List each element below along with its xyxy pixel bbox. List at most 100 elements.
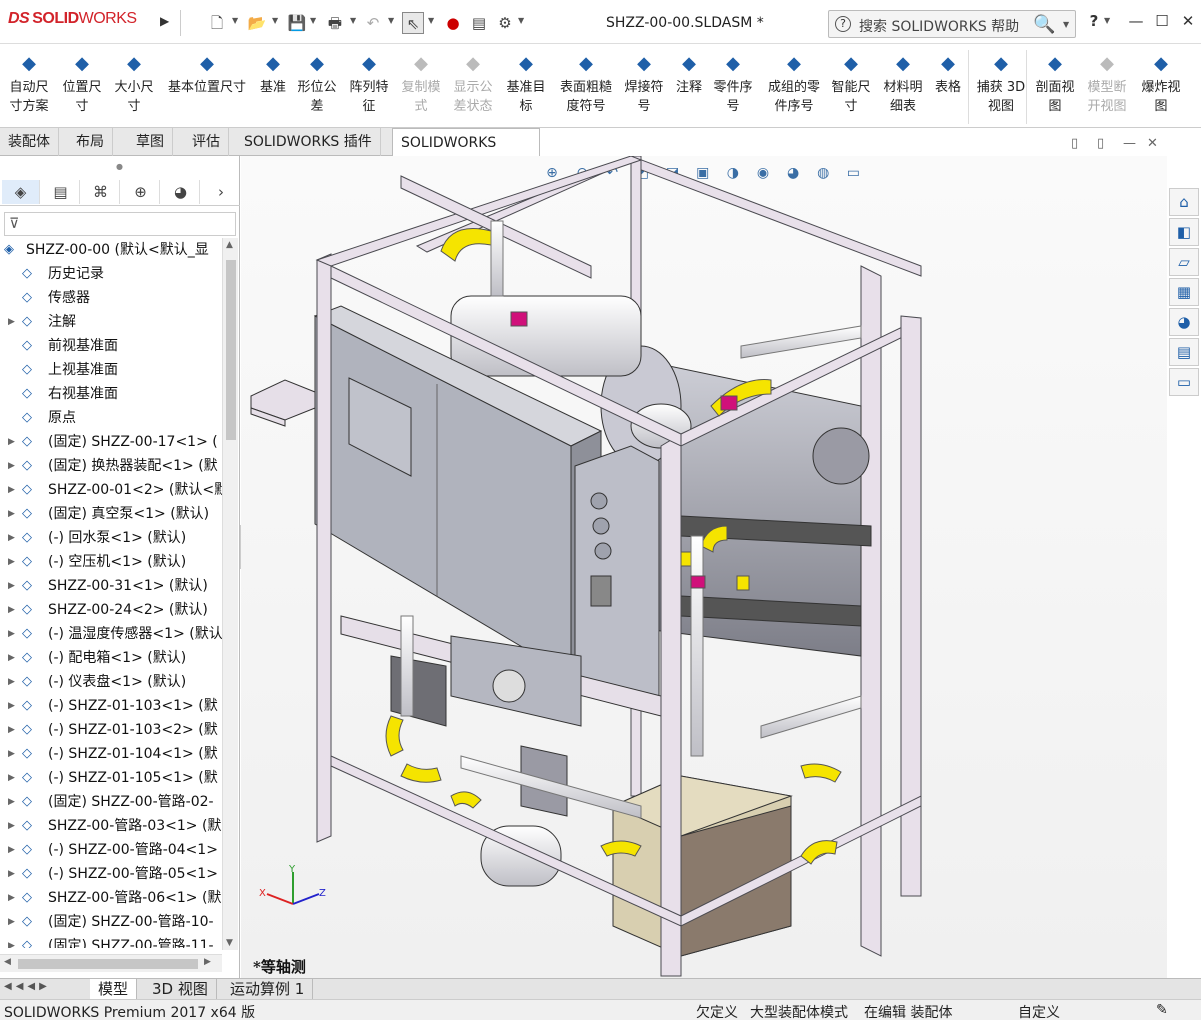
chevron-down-icon[interactable]: ▼ — [1063, 20, 1069, 29]
assembly-model[interactable] — [241, 156, 1167, 978]
feature-tree-tab-icon[interactable]: ◈ — [2, 180, 40, 204]
tree-filter[interactable]: ⊽ — [4, 212, 236, 236]
property-manager-tab-icon[interactable]: ▤ — [42, 180, 80, 204]
cmd-basic-location-dimension-button[interactable]: ◆ 基本位置尺寸 — [162, 50, 252, 97]
design-library-icon[interactable]: ◧ — [1169, 218, 1199, 246]
search-icon[interactable]: 🔍 — [1033, 14, 1055, 35]
configuration-manager-tab-icon[interactable]: ⌘ — [82, 180, 120, 204]
help-search-input[interactable]: ? 搜索 SOLIDWORKS 帮助 🔍 ▼ — [828, 10, 1076, 38]
expand-arrow-icon[interactable]: ▶ — [8, 574, 15, 598]
display-manager-tab-icon[interactable]: ◕ — [162, 180, 200, 204]
cmd-datum-target-button[interactable]: ◆ 基准目标 — [502, 50, 550, 116]
expand-arrow-icon[interactable]: ▶ — [8, 718, 15, 742]
scroll-down-icon[interactable]: ▼ — [226, 938, 233, 948]
expand-arrow-icon[interactable]: ▶ — [8, 310, 15, 334]
cmd-table-button[interactable]: ◆ 表格 — [930, 50, 966, 97]
expand-arrow-icon[interactable]: ▶ — [8, 910, 15, 934]
chevron-down-icon[interactable]: ▼ — [518, 16, 524, 25]
expand-arrow-icon[interactable]: ▶ — [8, 934, 15, 948]
cmd-geometric-tolerance-button[interactable]: ◆ 形位公差 — [294, 50, 340, 116]
cmd-show-tolerance-status-button[interactable]: ◆ 显示公 差状态 — [450, 50, 496, 116]
chevron-down-icon[interactable]: ▼ — [232, 16, 238, 25]
file-explorer-icon[interactable]: ▱ — [1169, 248, 1199, 276]
chevron-down-icon[interactable]: ▼ — [1104, 16, 1110, 25]
quick-tips-icon[interactable]: ✎ — [1156, 1002, 1168, 1018]
options-icon[interactable]: ⚙ — [494, 12, 516, 34]
expand-arrow-icon[interactable]: ▶ — [8, 742, 15, 766]
expand-arrow-icon[interactable]: ▶ — [8, 478, 15, 502]
expand-arrow-icon[interactable]: ▶ — [8, 814, 15, 838]
cmd-datum-button[interactable]: ◆ 基准 — [256, 50, 290, 97]
cmd-copy-scheme-button[interactable]: ◆ 复制模式 — [398, 50, 444, 116]
bottom-tab-1[interactable]: 3D 视图 — [144, 979, 217, 1000]
expand-arrow-icon[interactable]: ▶ — [8, 694, 15, 718]
expand-arrow-icon[interactable]: ▶ — [8, 622, 15, 646]
print-icon[interactable]: 🖶 — [324, 12, 346, 34]
chevron-down-icon[interactable]: ▼ — [272, 16, 278, 25]
cmd-pattern-feature-button[interactable]: ◆ 阵列特征 — [346, 50, 392, 116]
cmd-model-break-view-button[interactable]: ◆ 模型断 开视图 — [1084, 50, 1130, 116]
expand-arrow-icon[interactable]: ▶ — [8, 766, 15, 790]
appearances-icon[interactable]: ◕ — [1169, 308, 1199, 336]
tab-navigation-arrows-icon[interactable]: ◀◀◀▶ — [4, 981, 51, 992]
chevron-down-icon[interactable]: ▼ — [350, 16, 356, 25]
cmd-capture-3d-view-button[interactable]: ◆ 捕获 3D 视图 — [974, 50, 1028, 116]
viewport-restore-icon[interactable]: ▯ — [1071, 136, 1078, 151]
panel-grip-icon[interactable]: ● — [116, 162, 123, 171]
expand-arrow-icon[interactable]: ▶ — [8, 886, 15, 910]
select-icon[interactable]: ⇖ — [402, 12, 424, 34]
view-palette-icon[interactable]: ▦ — [1169, 278, 1199, 306]
forum-icon[interactable]: ▭ — [1169, 368, 1199, 396]
status-custom-units[interactable]: 自定义 — [1018, 1002, 1060, 1020]
cmd-exploded-view-button[interactable]: ◆ 爆炸视图 — [1136, 50, 1186, 116]
cmd-auto-dimension-button[interactable]: ◆ 自动尺 寸方案 — [4, 50, 54, 116]
help-button[interactable]: ? — [1082, 12, 1106, 30]
scroll-left-icon[interactable]: ◀ — [4, 957, 11, 967]
chevron-right-icon[interactable]: › — [206, 180, 236, 204]
expand-arrow-icon[interactable]: ▶ — [8, 670, 15, 694]
chevron-down-icon[interactable]: ▼ — [310, 16, 316, 25]
menu-expand-arrow-icon[interactable]: ▶ — [160, 14, 169, 28]
maximize-icon[interactable]: ☐ — [1150, 12, 1174, 30]
viewport-close-icon[interactable]: ✕ — [1147, 136, 1158, 151]
chevron-down-icon[interactable]: ▼ — [428, 16, 434, 25]
tab-3[interactable]: 评估 — [184, 128, 229, 156]
expand-arrow-icon[interactable]: ▶ — [8, 526, 15, 550]
bottom-tab-0[interactable]: 模型 — [90, 979, 138, 1000]
graphics-area[interactable]: ⊕ ⊙ ↶ ◩ ◪ ▣ ◑ ◉ ◕ ◍ ▭ ▯ ▯ — ✕ — [241, 136, 1167, 978]
cmd-smart-dimension-button[interactable]: ◆ 智能尺寸 — [828, 50, 874, 116]
undo-icon[interactable]: ↶ — [362, 12, 384, 34]
cmd-weld-symbol-button[interactable]: ◆ 焊接符号 — [622, 50, 666, 116]
cmd-size-dimension-button[interactable]: ◆ 大小尺寸 — [110, 50, 158, 116]
close-icon[interactable]: ✕ — [1176, 12, 1200, 30]
scroll-up-icon[interactable]: ▲ — [226, 240, 233, 250]
save-icon[interactable]: 💾 — [286, 12, 308, 34]
tab-4[interactable]: SOLIDWORKS 插件 — [236, 128, 381, 156]
expand-arrow-icon[interactable]: ▶ — [8, 502, 15, 526]
open-icon[interactable]: 📂 — [246, 12, 268, 34]
cmd-location-dimension-button[interactable]: ◆ 位置尺寸 — [58, 50, 106, 116]
dimxpert-tab-icon[interactable]: ⊕ — [122, 180, 160, 204]
viewport-split-icon[interactable]: ▯ — [1097, 136, 1104, 151]
custom-properties-icon[interactable]: ▤ — [1169, 338, 1199, 366]
scroll-thumb[interactable] — [226, 260, 236, 440]
bottom-tab-2[interactable]: 运动算例 1 — [222, 979, 314, 1000]
new-icon[interactable]: 🗋 — [206, 12, 228, 34]
expand-arrow-icon[interactable]: ▶ — [8, 862, 15, 886]
scroll-right-icon[interactable]: ▶ — [204, 957, 211, 967]
home-icon[interactable]: ⌂ — [1169, 188, 1199, 216]
cmd-bom-button[interactable]: ◆ 材料明 细表 — [880, 50, 926, 116]
expand-arrow-icon[interactable]: ▶ — [8, 598, 15, 622]
solidworks-logo[interactable]: DS SOLIDWORKS — [8, 10, 137, 28]
cmd-surface-finish-button[interactable]: ◆ 表面粗糙 度符号 — [556, 50, 616, 116]
rebuild-icon[interactable]: ● — [442, 12, 464, 34]
viewport-minimize-icon[interactable]: — — [1123, 136, 1136, 151]
cmd-section-view-button[interactable]: ◆ 剖面视图 — [1032, 50, 1078, 116]
file-properties-icon[interactable]: ▤ — [468, 12, 490, 34]
expand-arrow-icon[interactable]: ▶ — [8, 430, 15, 454]
scroll-thumb[interactable] — [18, 959, 198, 969]
expand-arrow-icon[interactable]: ▶ — [8, 646, 15, 670]
expand-arrow-icon[interactable]: ▶ — [8, 454, 15, 478]
cmd-balloon-button[interactable]: ◆ 零件序号 — [710, 50, 756, 116]
expand-arrow-icon[interactable]: ▶ — [8, 550, 15, 574]
